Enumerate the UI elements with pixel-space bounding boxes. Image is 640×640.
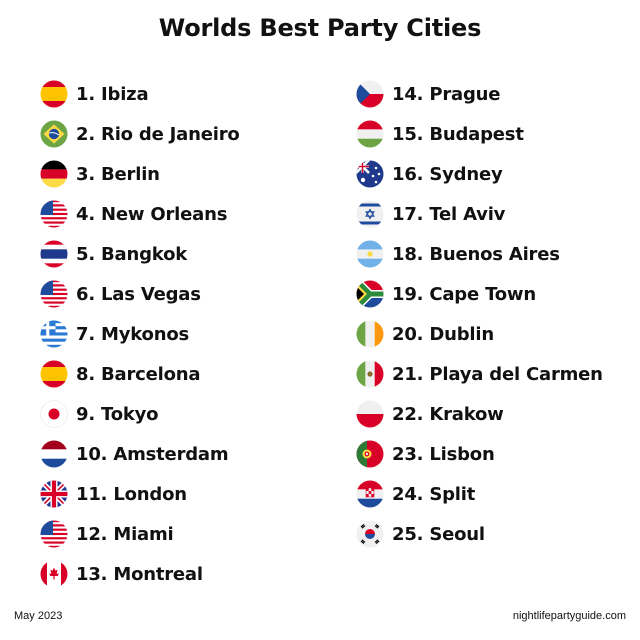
city-name: 9. Tokyo [76,403,159,425]
list-item: 3. Berlin [40,154,240,194]
ireland-flag-icon [356,320,384,348]
list-item: 8. Barcelona [40,354,240,394]
czechia-flag-icon [356,80,384,108]
city-name: 5. Bangkok [76,243,188,265]
list-item: 22. Krakow [356,394,603,434]
list-item: 13. Montreal [40,554,240,594]
australia-flag-icon [356,160,384,188]
list-item: 24. Split [356,474,603,514]
city-name: 14. Prague [392,83,501,105]
list-item: 20. Dublin [356,314,603,354]
list-item: 5. Bangkok [40,234,240,274]
thailand-flag-icon [40,240,68,268]
city-name: 8. Barcelona [76,363,201,385]
city-name: 3. Berlin [76,163,160,185]
city-name: 25. Seoul [392,523,485,545]
south-africa-flag-icon [356,280,384,308]
city-name: 18. Buenos Aires [392,243,560,265]
list-item: 17. Tel Aviv [356,194,603,234]
cities-list-right: 14. Prague 15. Budapest 16. Sydney 17. T… [356,74,603,554]
list-item: 12. Miami [40,514,240,554]
cities-list-left: 1. Ibiza 2. Rio de Janeiro 3. Berlin 4. … [40,74,240,594]
city-name: 6. Las Vegas [76,283,201,305]
list-item: 18. Buenos Aires [356,234,603,274]
footer-website: nightlifepartyguide.com [512,610,626,622]
city-name: 15. Budapest [392,123,524,145]
list-item: 23. Lisbon [356,434,603,474]
argentina-flag-icon [356,240,384,268]
list-item: 7. Mykonos [40,314,240,354]
city-name: 17. Tel Aviv [392,203,506,225]
city-name: 23. Lisbon [392,443,495,465]
city-name: 2. Rio de Janeiro [76,123,240,145]
list-item: 15. Budapest [356,114,603,154]
city-name: 21. Playa del Carmen [392,363,603,385]
list-item: 4. New Orleans [40,194,240,234]
usa-flag-icon [40,280,68,308]
uk-flag-icon [40,480,68,508]
city-name: 16. Sydney [392,163,503,185]
list-item: 2. Rio de Janeiro [40,114,240,154]
list-item: 25. Seoul [356,514,603,554]
list-item: 10. Amsterdam [40,434,240,474]
japan-flag-icon [40,400,68,428]
canada-flag-icon [40,560,68,588]
list-item: 11. London [40,474,240,514]
list-item: 16. Sydney [356,154,603,194]
city-name: 24. Split [392,483,476,505]
city-name: 20. Dublin [392,323,494,345]
city-name: 13. Montreal [76,563,203,585]
spain-flag-icon [40,80,68,108]
mexico-flag-icon [356,360,384,388]
germany-flag-icon [40,160,68,188]
city-name: 22. Krakow [392,403,504,425]
list-item: 21. Playa del Carmen [356,354,603,394]
israel-flag-icon [356,200,384,228]
city-name: 19. Cape Town [392,283,536,305]
usa-flag-icon [40,200,68,228]
list-item: 1. Ibiza [40,74,240,114]
poland-flag-icon [356,400,384,428]
list-item: 14. Prague [356,74,603,114]
city-name: 7. Mykonos [76,323,190,345]
city-name: 10. Amsterdam [76,443,229,465]
croatia-flag-icon [356,480,384,508]
portugal-flag-icon [356,440,384,468]
spain-flag-icon [40,360,68,388]
netherlands-flag-icon [40,440,68,468]
footer-date: May 2023 [14,610,63,622]
city-name: 12. Miami [76,523,174,545]
south-korea-flag-icon [356,520,384,548]
city-name: 4. New Orleans [76,203,228,225]
city-name: 11. London [76,483,187,505]
list-item: 6. Las Vegas [40,274,240,314]
list-item: 9. Tokyo [40,394,240,434]
brazil-flag-icon [40,120,68,148]
list-item: 19. Cape Town [356,274,603,314]
hungary-flag-icon [356,120,384,148]
page-title: Worlds Best Party Cities [158,14,482,42]
usa-flag-icon [40,520,68,548]
city-name: 1. Ibiza [76,83,149,105]
greece-flag-icon [40,320,68,348]
